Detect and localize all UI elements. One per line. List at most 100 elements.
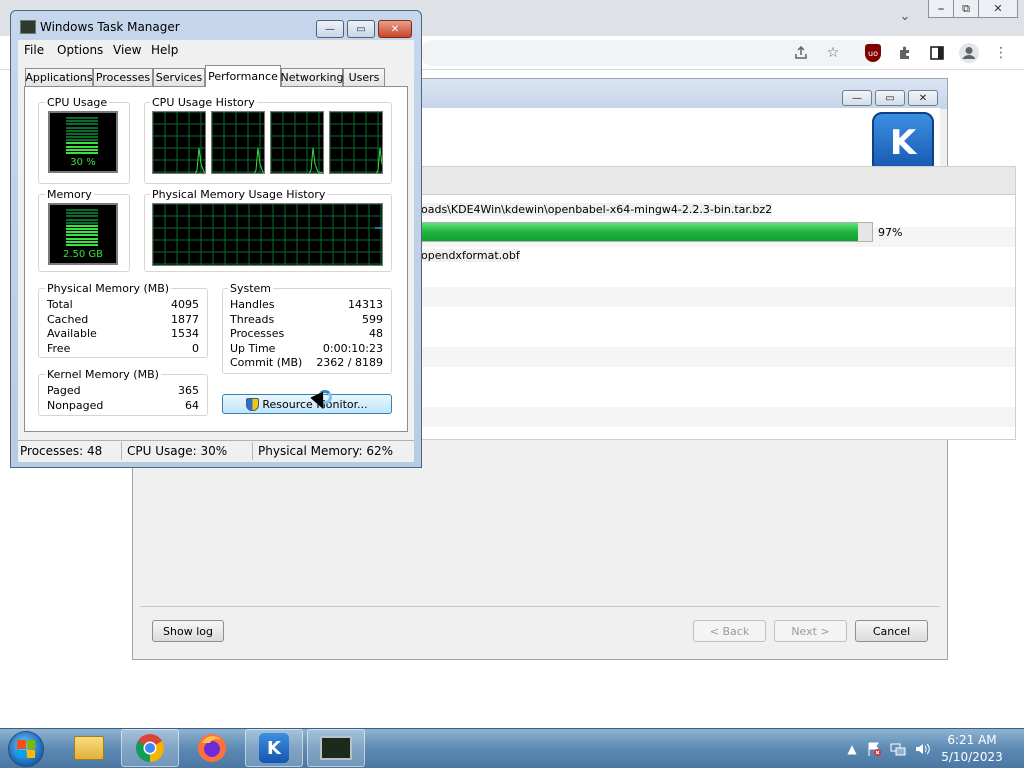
meter-segment xyxy=(66,231,98,234)
meter-segment xyxy=(66,145,98,148)
cpu-history-trace xyxy=(253,147,264,173)
clock-time[interactable]: 6:21 AM xyxy=(940,733,1004,747)
menu-file[interactable]: File xyxy=(24,43,44,57)
list-row-stripe xyxy=(421,347,1015,367)
memory-value: 2.50 GB xyxy=(62,249,104,260)
menu-view[interactable]: View xyxy=(113,43,141,57)
cpu-history-label: CPU Usage History xyxy=(150,96,257,109)
tab-performance[interactable]: Performance xyxy=(205,65,281,87)
browser-close-button[interactable]: ✕ xyxy=(978,0,1018,18)
cpu-history-graph-core-1 xyxy=(152,111,206,174)
browser-restore-button[interactable]: ⧉ xyxy=(953,0,979,18)
stat-value-available: 1534 xyxy=(171,327,199,340)
kde-footer-divider xyxy=(140,606,940,607)
meter-segment xyxy=(66,224,98,227)
tab-networking[interactable]: Networking xyxy=(281,68,343,86)
share-icon[interactable] xyxy=(790,42,812,64)
taskbar-chrome[interactable] xyxy=(121,729,179,767)
taskbar-task-manager[interactable] xyxy=(307,729,365,767)
taskbar-kde-installer[interactable]: K xyxy=(245,729,303,767)
stat-label-nonpaged: Nonpaged xyxy=(47,399,104,412)
cpu-history-trace xyxy=(308,147,323,173)
cpu-usage-value: 30 % xyxy=(70,157,96,168)
stat-label-available: Available xyxy=(47,327,97,340)
stat-label-paged: Paged xyxy=(47,384,81,397)
meter-segment xyxy=(66,221,98,224)
stat-label-free: Free xyxy=(47,342,71,355)
memory-bars xyxy=(66,209,98,247)
cpu-history-graph-core-2 xyxy=(211,111,265,174)
action-center-flag-icon[interactable] xyxy=(866,741,882,757)
kde-download-list-header xyxy=(421,167,1015,195)
status-separator xyxy=(121,442,122,460)
status-separator xyxy=(252,442,253,460)
tab-applications[interactable]: Applications xyxy=(25,68,93,86)
meter-segment xyxy=(66,126,98,129)
show-log-button[interactable]: Show log xyxy=(152,620,224,642)
meter-segment xyxy=(66,123,98,126)
profile-icon[interactable] xyxy=(958,42,980,64)
meter-segment xyxy=(66,136,98,138)
tab-services[interactable]: Services xyxy=(153,68,205,86)
tm-maximize-button[interactable]: ▭ xyxy=(347,20,375,38)
meter-segment xyxy=(66,228,98,230)
stat-value-handles: 14313 xyxy=(348,298,383,311)
memory-history-graph xyxy=(152,203,383,266)
tm-close-button[interactable]: ✕ xyxy=(378,20,412,38)
kde-minimize-button[interactable]: — xyxy=(842,90,872,106)
tab-processes[interactable]: Processes xyxy=(93,68,153,86)
memory-history-label: Physical Memory Usage History xyxy=(150,188,328,201)
taskbar-explorer[interactable] xyxy=(60,729,118,767)
menu-options[interactable]: Options xyxy=(57,43,103,57)
status-processes: Processes: 48 xyxy=(20,444,103,458)
ublock-icon[interactable]: uo xyxy=(862,42,884,64)
more-menu-icon[interactable]: ⋮ xyxy=(990,42,1012,64)
folder-icon xyxy=(74,736,104,760)
cpu-usage-meter: 30 % xyxy=(48,111,118,173)
stat-value-paged: 365 xyxy=(178,384,199,397)
download-progress-label: 97% xyxy=(878,226,903,239)
task-manager-title: Windows Task Manager xyxy=(40,20,180,34)
tab-search-chevron-down-icon[interactable]: ⌄ xyxy=(896,8,914,24)
kde-maximize-button[interactable]: ▭ xyxy=(875,90,905,106)
network-icon[interactable] xyxy=(890,741,906,757)
resource-monitor-button[interactable]: Resource Monitor... xyxy=(222,394,392,414)
memory-label: Memory xyxy=(45,188,94,201)
extensions-icon[interactable] xyxy=(894,42,916,64)
meter-segment xyxy=(66,237,98,240)
meter-segment xyxy=(66,139,98,142)
status-cpu-usage: CPU Usage: 30% xyxy=(127,444,228,458)
stat-label-threads: Threads xyxy=(230,313,275,326)
side-panel-icon[interactable] xyxy=(926,42,948,64)
clock-date[interactable]: 5/10/2023 xyxy=(940,750,1004,764)
bookmark-star-icon[interactable]: ☆ xyxy=(822,42,844,64)
tm-minimize-button[interactable]: — xyxy=(316,20,344,38)
menu-help[interactable]: Help xyxy=(151,43,178,57)
meter-segment xyxy=(66,120,98,123)
tab-users[interactable]: Users xyxy=(343,68,385,86)
volume-icon[interactable] xyxy=(914,741,930,757)
back-button[interactable]: < Back xyxy=(693,620,766,642)
show-hidden-icons-button[interactable]: ▲ xyxy=(844,741,860,757)
kernel-memory-title: Kernel Memory (MB) xyxy=(45,368,161,381)
memory-meter: 2.50 GB xyxy=(48,203,118,265)
browser-minimize-button[interactable]: ⎯ xyxy=(928,0,954,18)
current-file-label: opendxformat.obf xyxy=(421,249,520,262)
start-button[interactable] xyxy=(8,731,44,767)
stat-value-threads: 599 xyxy=(362,313,383,326)
kde-close-button[interactable]: ✕ xyxy=(908,90,938,106)
meter-segment xyxy=(66,151,98,154)
stat-value-free: 0 xyxy=(192,342,199,355)
download-progress-bar xyxy=(420,222,873,242)
cancel-button[interactable]: Cancel xyxy=(855,620,928,642)
uac-shield-icon xyxy=(246,397,260,411)
meter-segment xyxy=(66,129,98,132)
next-button[interactable]: Next > xyxy=(774,620,847,642)
meter-segment xyxy=(66,240,98,243)
chrome-icon xyxy=(136,734,164,762)
kde-logo: K xyxy=(872,112,934,174)
cpu-usage-bars xyxy=(66,117,98,155)
meter-segment xyxy=(66,117,98,119)
list-row-stripe xyxy=(421,407,1015,427)
taskbar-firefox[interactable] xyxy=(183,729,241,767)
